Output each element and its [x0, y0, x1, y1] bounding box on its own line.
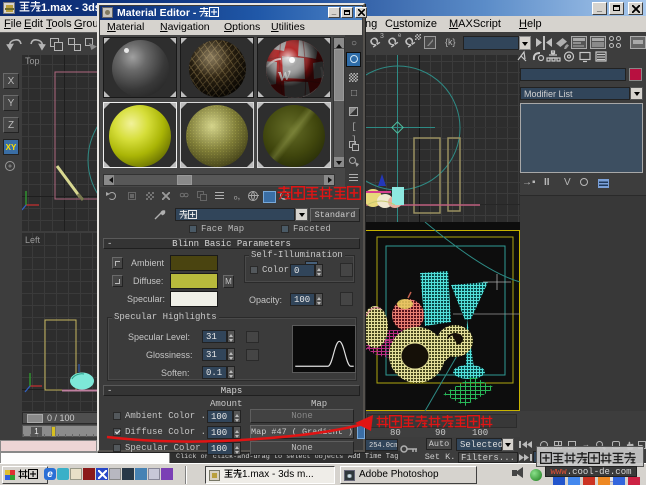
svg-text:Top: Top [25, 56, 40, 66]
svg-text:Left: Left [25, 235, 41, 245]
